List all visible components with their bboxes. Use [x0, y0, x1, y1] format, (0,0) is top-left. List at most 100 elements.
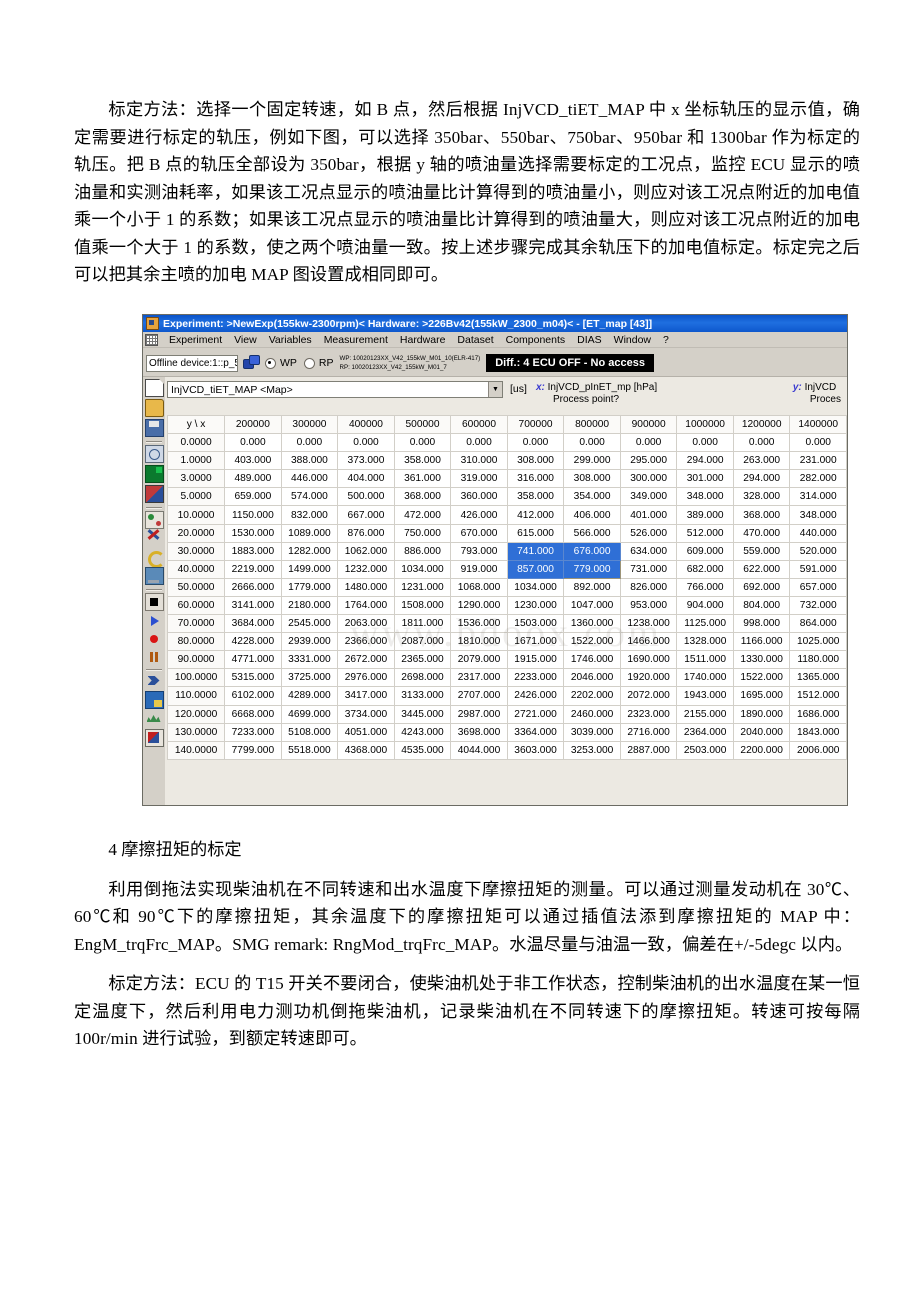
- grid-cell-r3-c2[interactable]: 500.000: [337, 487, 395, 507]
- table-row[interactable]: 40.0000 2219.000 1499.000 1232.000 1034.000 9…: [167, 559, 847, 579]
- grid-cell-r3-c6[interactable]: 354.000: [563, 487, 621, 507]
- grid-cell-r8-c2[interactable]: 1480.000: [337, 577, 395, 597]
- grid-cell-r0-c9[interactable]: 0.000: [732, 433, 791, 453]
- row-header-7[interactable]: 40.0000: [167, 559, 226, 579]
- grid-cell-r2-c3[interactable]: 361.000: [393, 469, 452, 489]
- grid-cell-r6-c10[interactable]: 520.000: [789, 541, 847, 561]
- row-header-6[interactable]: 30.0000: [167, 541, 226, 561]
- table-row[interactable]: 70.0000 3684.000 2545.000 2063.000 1811.000 1…: [167, 614, 847, 634]
- grid-cell-r0-c4[interactable]: 0.000: [450, 433, 508, 453]
- grid-cell-r6-c8[interactable]: 609.000: [676, 541, 734, 561]
- grid-cell-r12-c4[interactable]: 2079.000: [450, 650, 508, 670]
- row-header-3[interactable]: 5.0000: [167, 487, 226, 507]
- grid-cell-r3-c7[interactable]: 349.000: [619, 487, 678, 507]
- grid-cell-r1-c4[interactable]: 310.000: [450, 451, 508, 471]
- table-row[interactable]: 140.0000 7799.000 5518.000 4368.000 4535.000…: [167, 740, 847, 760]
- grid-cell-r16-c10[interactable]: 1843.000: [789, 722, 847, 742]
- row-header-9[interactable]: 60.0000: [167, 595, 226, 616]
- grid-cell-r8-c8[interactable]: 766.000: [676, 577, 734, 597]
- row-header-4[interactable]: 10.0000: [167, 505, 226, 525]
- table-row[interactable]: 20.0000 1530.000 1089.000 876.000 750.000 670…: [167, 523, 847, 543]
- grid-cell-r2-c4[interactable]: 319.000: [450, 469, 508, 489]
- grid-cell-r2-c7[interactable]: 300.000: [619, 469, 678, 489]
- grid-cell-r14-c8[interactable]: 1943.000: [676, 686, 734, 706]
- grid-cell-r14-c2[interactable]: 3417.000: [337, 686, 395, 706]
- grid-cell-r15-c2[interactable]: 3734.000: [337, 704, 395, 724]
- grid-cell-r6-c0[interactable]: 1883.000: [224, 541, 282, 561]
- device-select[interactable]: Offline device:1::p_532_ ▼: [146, 354, 238, 372]
- menu-item-measurement[interactable]: Measurement: [318, 334, 394, 346]
- grid-cell-r0-c7[interactable]: 0.000: [619, 433, 678, 453]
- branch-icon[interactable]: [146, 673, 163, 689]
- grid-cell-r11-c8[interactable]: 1328.000: [676, 632, 734, 652]
- row-header-8[interactable]: 50.0000: [167, 577, 226, 597]
- grid-cell-r16-c5[interactable]: 3364.000: [506, 722, 565, 742]
- map-grid-wrapper[interactable]: y \ x 200000 300000 400000 500000 600000 70000…: [167, 415, 847, 805]
- table-row[interactable]: 1.0000 403.000 388.000 373.000 358.000 310.00…: [167, 451, 847, 471]
- map-edit-icon[interactable]: [144, 729, 164, 747]
- grid-cell-r2-c9[interactable]: 294.000: [732, 469, 791, 489]
- grid-cell-r4-c4[interactable]: 426.000: [450, 505, 508, 525]
- grid-cell-r12-c8[interactable]: 1511.000: [676, 650, 734, 670]
- grid-cell-r12-c3[interactable]: 2365.000: [393, 650, 452, 670]
- grid-cell-r17-c1[interactable]: 5518.000: [280, 740, 339, 760]
- grid-cell-r12-c5[interactable]: 1915.000: [506, 650, 565, 670]
- grid-cell-r15-c5[interactable]: 2721.000: [506, 704, 565, 724]
- grid-cell-r15-c3[interactable]: 3445.000: [393, 704, 452, 724]
- menu-item-hardware[interactable]: Hardware: [394, 334, 452, 346]
- column-header-5[interactable]: 700000: [506, 415, 565, 435]
- grid-cell-r16-c1[interactable]: 5108.000: [280, 722, 339, 742]
- grid-cell-r3-c5[interactable]: 358.000: [506, 487, 565, 507]
- row-header-15[interactable]: 120.0000: [167, 704, 226, 724]
- grid-cell-r6-c6[interactable]: 676.000: [563, 541, 621, 561]
- grid-cell-r9-c3[interactable]: 1508.000: [393, 595, 452, 616]
- menu-item-components[interactable]: Components: [500, 334, 572, 346]
- rp-radio-group[interactable]: RP: [303, 357, 334, 369]
- grid-cell-r11-c10[interactable]: 1025.000: [789, 632, 847, 652]
- grid-cell-r6-c7[interactable]: 634.000: [619, 541, 678, 561]
- menu-item-dataset[interactable]: Dataset: [451, 334, 499, 346]
- row-header-16[interactable]: 130.0000: [167, 722, 226, 742]
- grid-cell-r9-c0[interactable]: 3141.000: [224, 595, 282, 616]
- grid-cell-r8-c9[interactable]: 692.000: [732, 577, 791, 597]
- radio-wp[interactable]: [265, 357, 276, 369]
- grid-cell-r6-c4[interactable]: 793.000: [450, 541, 508, 561]
- grid-cell-r17-c8[interactable]: 2503.000: [676, 740, 734, 760]
- map-data-grid[interactable]: y \ x 200000 300000 400000 500000 600000 70000…: [167, 415, 847, 760]
- grid-cell-r8-c0[interactable]: 2666.000: [224, 577, 282, 597]
- table-row[interactable]: 30.0000 1883.000 1282.000 1062.000 886.000 79…: [167, 541, 847, 561]
- row-header-2[interactable]: 3.0000: [167, 469, 226, 489]
- grid-cell-r11-c0[interactable]: 4228.000: [224, 632, 282, 652]
- grid-cell-r0-c6[interactable]: 0.000: [563, 433, 621, 453]
- grid-cell-r1-c9[interactable]: 263.000: [732, 451, 791, 471]
- grid-cell-r13-c7[interactable]: 1920.000: [619, 668, 678, 688]
- grid-cell-r5-c6[interactable]: 566.000: [563, 523, 621, 543]
- grid-cell-r0-c8[interactable]: 0.000: [676, 433, 734, 453]
- grid-cell-r5-c4[interactable]: 670.000: [450, 523, 508, 543]
- table-row[interactable]: 50.0000 2666.000 1779.000 1480.000 1231.000 1…: [167, 577, 847, 597]
- grid-cell-r14-c7[interactable]: 2072.000: [619, 686, 678, 706]
- grid-cell-r2-c1[interactable]: 446.000: [280, 469, 339, 489]
- grid-cell-r10-c0[interactable]: 3684.000: [224, 614, 282, 634]
- table-row[interactable]: 90.0000 4771.000 3331.000 2672.000 2365.000 2…: [167, 650, 847, 670]
- column-header-2[interactable]: 400000: [337, 415, 395, 435]
- table-row[interactable]: 10.0000 1150.000 832.000 667.000 472.000 426.…: [167, 505, 847, 525]
- grid-cell-r7-c9[interactable]: 622.000: [732, 559, 791, 579]
- grid-cell-r3-c4[interactable]: 360.000: [450, 487, 508, 507]
- grid-cell-r2-c10[interactable]: 282.000: [789, 469, 847, 489]
- grid-cell-r10-c3[interactable]: 1811.000: [393, 614, 452, 634]
- grid-cell-r16-c8[interactable]: 2364.000: [676, 722, 734, 742]
- grid-cell-r6-c1[interactable]: 1282.000: [280, 541, 339, 561]
- tools-icon[interactable]: [146, 531, 163, 547]
- grid-cell-r15-c8[interactable]: 2155.000: [676, 704, 734, 724]
- grid-cell-r16-c4[interactable]: 3698.000: [450, 722, 508, 742]
- grid-cell-r9-c5[interactable]: 1230.000: [506, 595, 565, 616]
- dataset-icon[interactable]: [144, 465, 164, 483]
- grid-cell-r3-c10[interactable]: 314.000: [789, 487, 847, 507]
- grid-cell-r4-c9[interactable]: 368.000: [732, 505, 791, 525]
- column-header-8[interactable]: 1000000: [676, 415, 734, 435]
- menu-item-dias[interactable]: DIAS: [571, 334, 608, 346]
- grid-cell-r15-c4[interactable]: 2987.000: [450, 704, 508, 724]
- row-header-10[interactable]: 70.0000: [167, 614, 226, 634]
- grid-cell-r3-c8[interactable]: 348.000: [676, 487, 734, 507]
